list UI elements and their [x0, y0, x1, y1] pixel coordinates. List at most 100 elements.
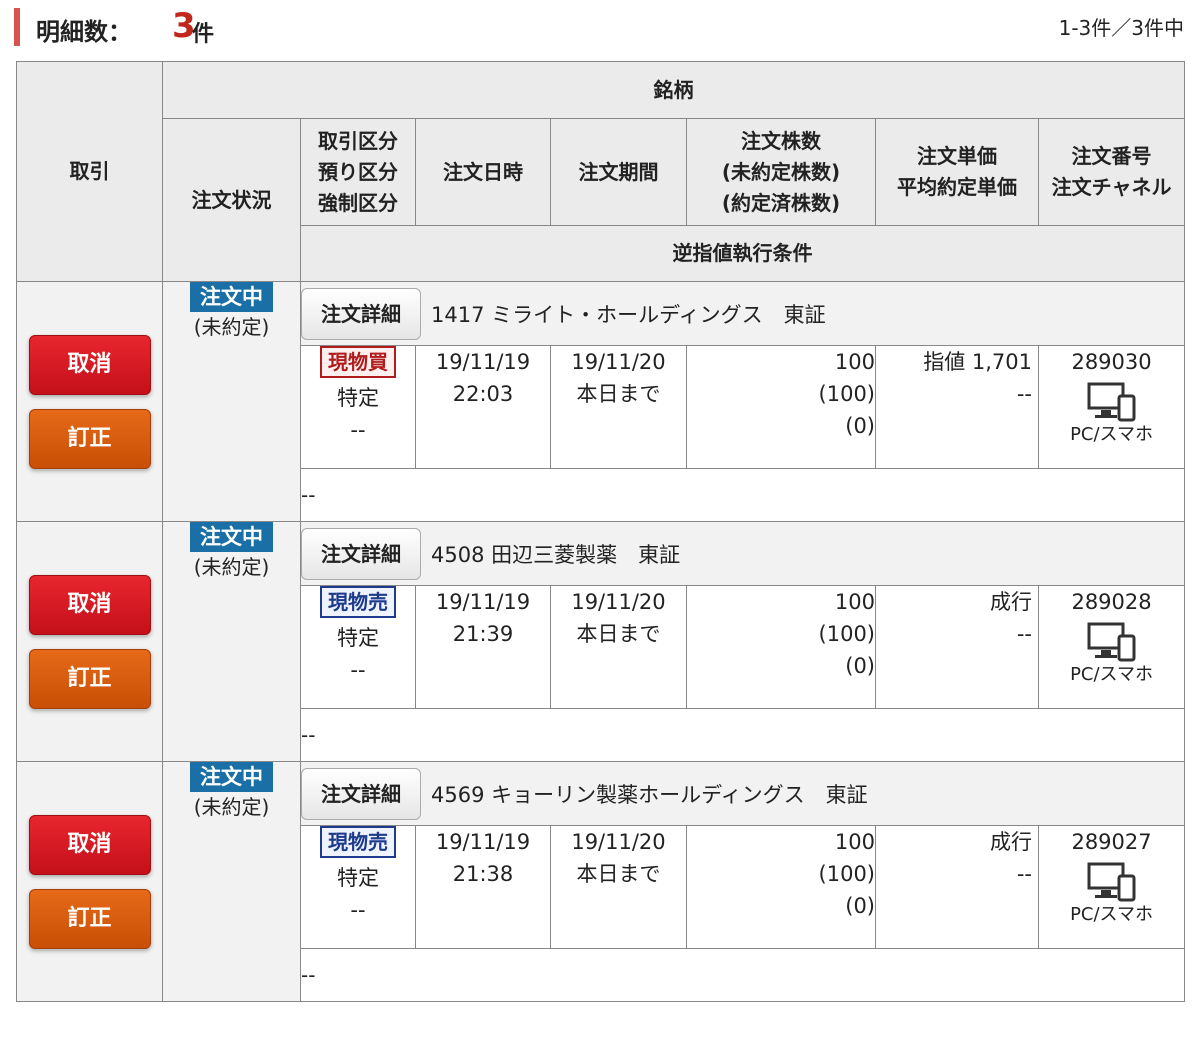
- order-period-sub: 本日まで: [576, 862, 661, 886]
- col-header-number-2: 注文チャネル: [1051, 175, 1172, 199]
- modify-button[interactable]: 訂正: [28, 408, 151, 469]
- order-period-sub: 本日まで: [576, 382, 661, 406]
- order-price-cell: 成行 --: [875, 825, 1039, 949]
- col-header-number-1: 注文番号: [1071, 144, 1152, 168]
- order-number: 289030: [1071, 350, 1152, 374]
- stock-name: 1417 ミライト・ホールディングス 東証: [431, 302, 826, 327]
- order-number-cell: 289028 PC/スマホ: [1037, 585, 1186, 709]
- cancel-button[interactable]: 取消: [28, 334, 151, 395]
- order-period-cell: 19/11/20 本日まで: [550, 825, 687, 949]
- order-qty-cell: 100 (100) (0): [686, 825, 876, 949]
- status-sub: (未約定): [193, 555, 270, 579]
- order-qty-filled: (0): [845, 654, 875, 678]
- order-status-cell: 注文中 (未約定): [162, 761, 301, 1002]
- stop-condition-cell: --: [299, 948, 1186, 1002]
- stock-name-cell: 注文詳細 4569 キョーリン製薬ホールディングス 東証: [299, 761, 1186, 826]
- order-channel: PC/スマホ: [1070, 424, 1154, 445]
- azukari-kubun: 特定: [337, 626, 379, 650]
- cancel-button[interactable]: 取消: [28, 574, 151, 635]
- order-time: 22:03: [452, 382, 514, 406]
- col-header-period: 注文期間: [550, 118, 687, 226]
- trade-type-badge: 現物買: [320, 346, 396, 378]
- order-price: 指値 1,701: [923, 350, 1032, 374]
- col-header-date: 注文日時: [415, 118, 551, 226]
- order-period: 19/11/20: [571, 350, 666, 374]
- stop-condition-cell: --: [299, 468, 1186, 522]
- order-qty-filled: (0): [845, 894, 875, 918]
- order-date: 19/11/19: [435, 830, 531, 854]
- trade-actions-cell: 取消 訂正: [16, 761, 163, 1002]
- kyosei-kubun: --: [350, 418, 366, 442]
- order-qty-unfilled: (100): [818, 862, 875, 886]
- col-header-trade: 取引: [16, 61, 163, 282]
- order-price: 成行: [990, 590, 1032, 614]
- col-header-condition: 逆指値執行条件: [299, 225, 1186, 282]
- col-header-brand: 銘柄: [161, 61, 1186, 119]
- status-badge: 注文中: [190, 282, 273, 312]
- order-time: 21:38: [452, 862, 514, 886]
- order-price: 成行: [990, 830, 1032, 854]
- order-date-cell: 19/11/19 21:38: [415, 825, 551, 949]
- order-status-cell: 注文中 (未約定): [162, 281, 301, 522]
- col-header-price: 注文単価 平均約定単価: [875, 118, 1039, 226]
- stock-name: 4569 キョーリン製薬ホールディングス 東証: [431, 782, 868, 807]
- title-accent-bar: [14, 8, 20, 46]
- stock-name: 4508 田辺三菱製薬 東証: [431, 542, 681, 567]
- order-qty: 100: [834, 350, 875, 374]
- order-qty: 100: [834, 830, 875, 854]
- order-detail-button[interactable]: 注文詳細: [301, 527, 421, 580]
- order-date: 19/11/19: [435, 350, 531, 374]
- cancel-button[interactable]: 取消: [28, 814, 151, 875]
- col-header-kubun-2: 預り区分: [318, 159, 398, 184]
- order-qty-filled: (0): [845, 414, 875, 438]
- order-number: 289028: [1071, 590, 1152, 614]
- trade-actions-cell: 取消 訂正: [16, 521, 163, 762]
- kubun-cell: 現物買 特定 --: [300, 345, 416, 469]
- order-date-cell: 19/11/19 21:39: [415, 585, 551, 709]
- order-count-unit: 件: [192, 22, 215, 47]
- order-price-cell: 成行 --: [875, 585, 1039, 709]
- order-number-cell: 289027 PC/スマホ: [1037, 825, 1186, 949]
- kyosei-kubun: --: [350, 658, 366, 682]
- col-header-qty-2: (未約定株数): [721, 159, 841, 184]
- modify-button[interactable]: 訂正: [28, 888, 151, 949]
- order-channel: PC/スマホ: [1070, 904, 1154, 925]
- order-time: 21:39: [452, 622, 514, 646]
- col-header-kubun: 取引区分 預り区分 強制区分: [300, 118, 416, 226]
- pagination-info: 1-3件／3件中: [1058, 16, 1184, 40]
- table-row: 取消 訂正 注文中 (未約定) 注文詳細 1417 ミライト・ホールディングス 東…: [16, 281, 1186, 522]
- order-date-cell: 19/11/19 22:03: [415, 345, 551, 469]
- status-sub: (未約定): [193, 795, 270, 819]
- col-header-price-2: 平均約定単価: [897, 175, 1017, 199]
- status-badge: 注文中: [190, 522, 273, 552]
- table-row: 取消 訂正 注文中 (未約定) 注文詳細 4508 田辺三菱製薬 東証: [16, 521, 1186, 762]
- kyosei-kubun: --: [350, 898, 366, 922]
- order-period: 19/11/20: [571, 590, 666, 614]
- order-period-cell: 19/11/20 本日まで: [550, 345, 687, 469]
- page-title: 明細数：: [36, 18, 132, 46]
- order-number: 289027: [1071, 830, 1152, 854]
- pc-smartphone-icon: [1087, 622, 1136, 662]
- order-qty-cell: 100 (100) (0): [686, 345, 876, 469]
- trade-type-badge: 現物売: [320, 826, 396, 858]
- trade-type-badge: 現物売: [320, 586, 396, 618]
- order-channel: PC/スマホ: [1070, 664, 1154, 685]
- order-table: 取引 銘柄 注文状況 取引区分 預り区分 強制区分 注文日時 注文期間 注文株数…: [16, 61, 1186, 1002]
- col-header-price-1: 注文単価: [917, 144, 997, 168]
- status-badge: 注文中: [190, 762, 273, 792]
- kubun-cell: 現物売 特定 --: [300, 825, 416, 949]
- order-status-cell: 注文中 (未約定): [162, 521, 301, 762]
- order-detail-button[interactable]: 注文詳細: [301, 767, 421, 820]
- order-price-cell: 指値 1,701 --: [875, 345, 1039, 469]
- stock-name-cell: 注文詳細 1417 ミライト・ホールディングス 東証: [299, 281, 1186, 346]
- pc-smartphone-icon: [1087, 382, 1136, 422]
- order-qty-unfilled: (100): [818, 382, 875, 406]
- azukari-kubun: 特定: [337, 386, 379, 410]
- avg-price: --: [1016, 862, 1032, 886]
- table-row: 取消 訂正 注文中 (未約定) 注文詳細 4569 キョーリン製薬ホールディングス…: [16, 761, 1186, 1002]
- order-date: 19/11/19: [435, 590, 531, 614]
- order-qty-unfilled: (100): [818, 622, 875, 646]
- col-header-qty-1: 注文株数: [741, 128, 821, 153]
- order-detail-button[interactable]: 注文詳細: [301, 287, 421, 340]
- modify-button[interactable]: 訂正: [28, 648, 151, 709]
